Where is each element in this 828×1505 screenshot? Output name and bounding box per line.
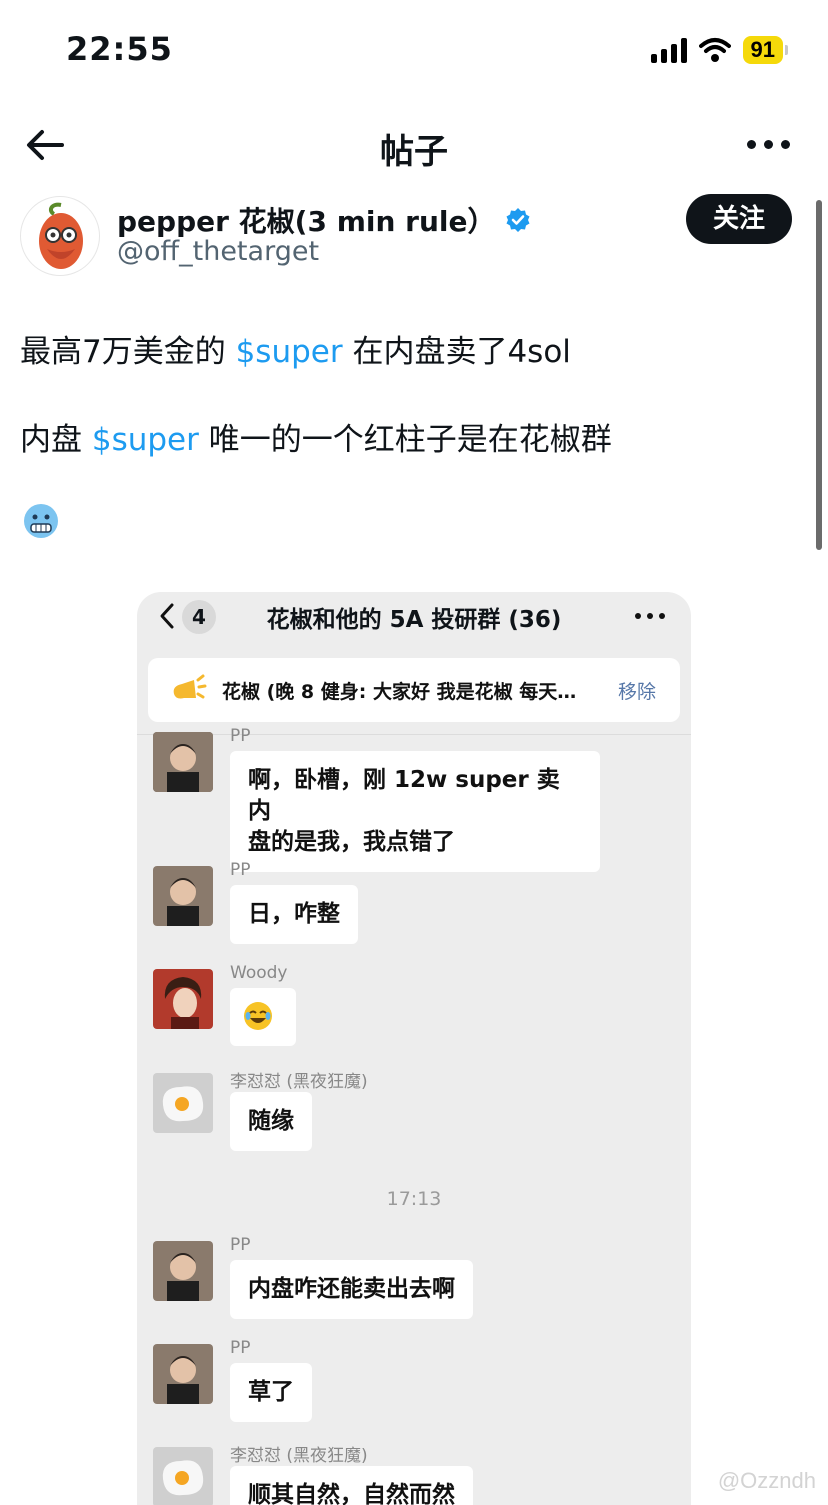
follow-button[interactable]: 关注	[686, 194, 792, 244]
avatar	[153, 866, 213, 926]
battery-tip	[785, 45, 788, 55]
megaphone-icon	[173, 674, 207, 699]
sender-name: PP	[230, 860, 251, 880]
message-text-line: 随缘	[248, 1108, 294, 1134]
cold-face-emoji	[24, 504, 58, 538]
message-text-line: 盘的是我，我点错了	[248, 829, 455, 855]
watermark: @Ozzndh	[717, 1468, 816, 1493]
chat-time-divider: 17:13	[386, 1188, 442, 1210]
sender-name: PP	[230, 1338, 251, 1358]
page-title: 帖子	[380, 132, 448, 172]
scrollbar[interactable]	[816, 200, 822, 550]
message-bubble: 随缘	[230, 1092, 312, 1151]
chat-header: 4 花椒和他的 5A 投研群 (36)	[137, 592, 691, 642]
message-bubble: 草了	[230, 1363, 312, 1422]
message-bubble: 日，咋整	[230, 885, 358, 944]
avatar	[153, 1241, 213, 1301]
verified-badge-icon	[506, 208, 530, 232]
pepper-avatar-icon	[39, 202, 83, 269]
more-icon[interactable]	[747, 140, 790, 149]
tweet-line-1: 最高7万美金的 $super 在内盘卖了4sol	[20, 326, 571, 371]
sender-name: PP	[230, 726, 251, 746]
message-text-line: 草了	[248, 1379, 294, 1405]
author-name[interactable]: pepper 花椒(3 min rule）	[117, 200, 531, 240]
chat-title: 花椒和他的 5A 投研群 (36)	[266, 607, 562, 633]
message-text-line: 顺其自然，自然而然	[248, 1482, 455, 1505]
avatar	[153, 732, 213, 792]
wifi-icon	[698, 38, 731, 62]
status-icons: 91	[650, 36, 788, 64]
sender-name: PP	[230, 1235, 251, 1255]
message-text-line: 日，咋整	[248, 901, 340, 927]
author-handle[interactable]: @off_thetarget	[117, 236, 319, 267]
sender-name: 李怼怼 (黑夜狂魔)	[230, 1072, 368, 1092]
author-name-text[interactable]: pepper 花椒(3 min rule）	[117, 200, 495, 240]
avatar	[153, 1447, 213, 1505]
cashtag-link[interactable]: $super	[236, 334, 343, 370]
chat-more-icon	[635, 613, 665, 619]
tweet-line-2: 内盘 $super 唯一的一个红柱子是在花椒群	[20, 414, 612, 459]
message-text-line: 啊，卧槽，刚 12w super 卖内	[248, 767, 560, 824]
sender-name: 李怼怼 (黑夜狂魔)	[230, 1446, 368, 1466]
pinned-message-text: 花椒 (晚 8 健身: 大家好 我是花椒 每天…	[222, 681, 577, 703]
battery-icon: 91	[742, 36, 783, 64]
avatar	[153, 969, 213, 1029]
tweet-text: 最高7万美金的	[20, 334, 236, 370]
message-bubble: 顺其自然，自然而然	[230, 1466, 473, 1505]
crying-laughing-emoji	[244, 1002, 272, 1030]
tweet-text: 唯一的一个红柱子是在花椒群	[198, 422, 612, 458]
message-bubble	[230, 988, 296, 1046]
divider	[137, 734, 691, 735]
message-text-line: 内盘咋还能卖出去啊	[248, 1276, 455, 1302]
pinned-remove-link: 移除	[617, 681, 656, 703]
message-bubble: 啊，卧槽，刚 12w super 卖内 盘的是我，我点错了	[230, 751, 600, 872]
avatar	[153, 1073, 213, 1133]
avatar	[153, 1344, 213, 1404]
signal-icon	[650, 37, 687, 63]
avatar[interactable]	[20, 196, 100, 276]
pinned-message-bar: 花椒 (晚 8 健身: 大家好 我是花椒 每天… 移除	[148, 658, 680, 722]
embedded-chat-screenshot[interactable]: 4 花椒和他的 5A 投研群 (36) 花椒 (晚 8 健身: 大家好 我是花椒…	[137, 592, 691, 1505]
tweet-text: 在内盘卖了4sol	[342, 334, 571, 370]
cashtag-link[interactable]: $super	[92, 422, 199, 458]
message-bubble: 内盘咋还能卖出去啊	[230, 1260, 473, 1319]
status-time: 22:55	[66, 30, 173, 68]
sender-name: Woody	[230, 963, 288, 983]
tweet-text: 内盘	[20, 422, 92, 458]
